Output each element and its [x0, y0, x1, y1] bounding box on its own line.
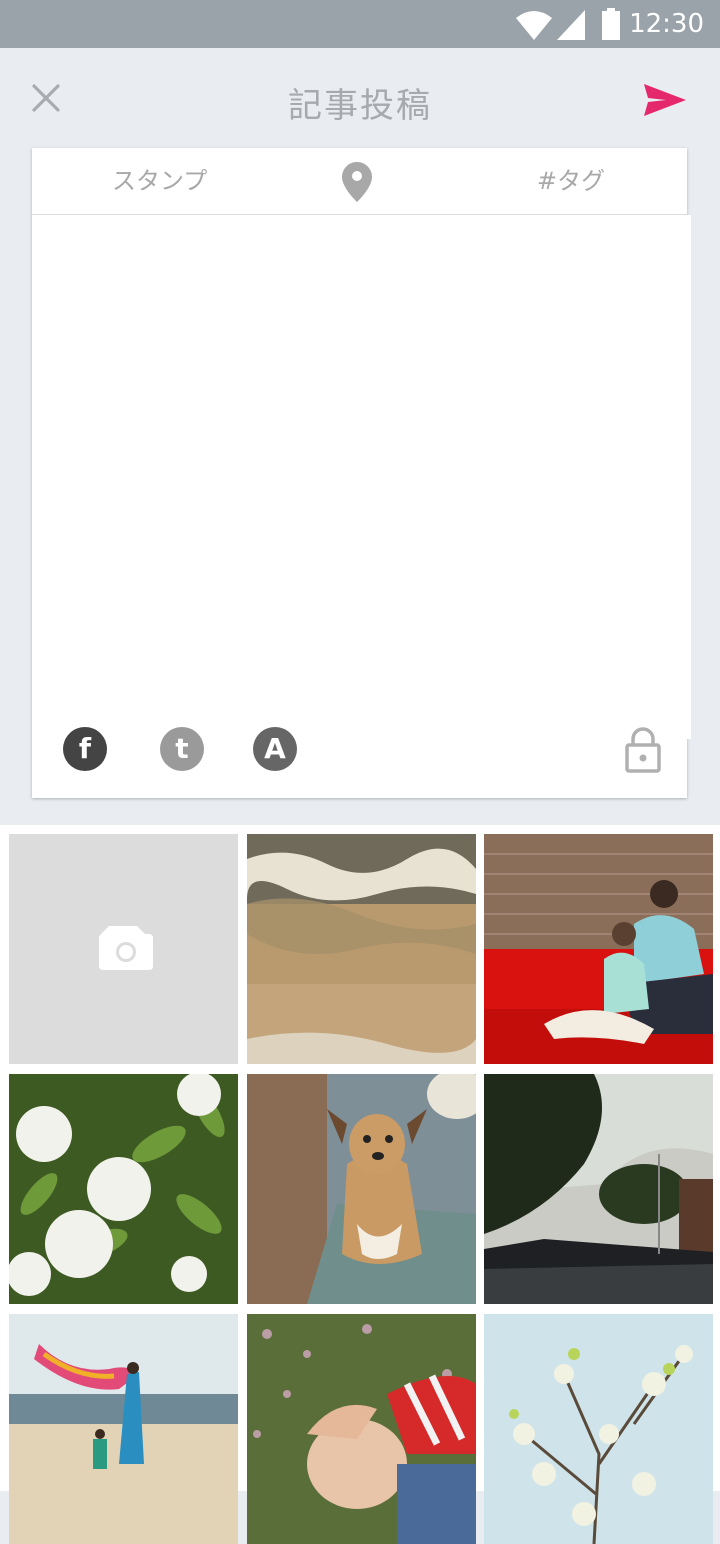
- ameba-share-toggle[interactable]: A: [253, 727, 297, 771]
- signal-icon: [557, 10, 585, 40]
- photo-blossom-branch[interactable]: [484, 1314, 713, 1544]
- twitter-share-toggle[interactable]: t: [160, 727, 204, 771]
- composer-card: スタンプ #タグ f t A: [32, 148, 691, 798]
- clock: 12:30: [629, 9, 704, 39]
- photo-mother-daughter[interactable]: [484, 834, 713, 1064]
- send-icon[interactable]: [640, 80, 688, 120]
- facebook-icon: f: [78, 732, 92, 765]
- app-bar: 記事投稿: [0, 48, 720, 148]
- photo-beach-scarf[interactable]: [9, 1314, 238, 1544]
- facebook-share-toggle[interactable]: f: [63, 727, 107, 771]
- composer-toolbar: スタンプ #タグ: [32, 148, 687, 215]
- lock-icon[interactable]: [624, 727, 662, 773]
- photo-child-grass[interactable]: [247, 1314, 476, 1544]
- battery-icon: [602, 8, 620, 40]
- photo-dog[interactable]: [247, 1074, 476, 1304]
- photo-gallery: [0, 825, 720, 1544]
- photo-white-flowers[interactable]: [9, 1074, 238, 1304]
- ameba-icon: A: [264, 732, 286, 765]
- post-body-input[interactable]: [32, 215, 691, 739]
- page-title: 記事投稿: [288, 86, 432, 126]
- photo-evening-street[interactable]: [484, 1074, 713, 1304]
- status-bar: 12:30: [0, 0, 720, 48]
- stamp-button[interactable]: スタンプ: [112, 148, 207, 214]
- camera-tile[interactable]: [9, 834, 238, 1064]
- camera-icon: [99, 926, 153, 970]
- wifi-icon: [516, 11, 552, 40]
- tag-button[interactable]: #タグ: [537, 148, 605, 214]
- photo-beach-waves[interactable]: [247, 834, 476, 1064]
- location-pin-icon[interactable]: [342, 162, 372, 202]
- twitter-icon: t: [175, 732, 189, 765]
